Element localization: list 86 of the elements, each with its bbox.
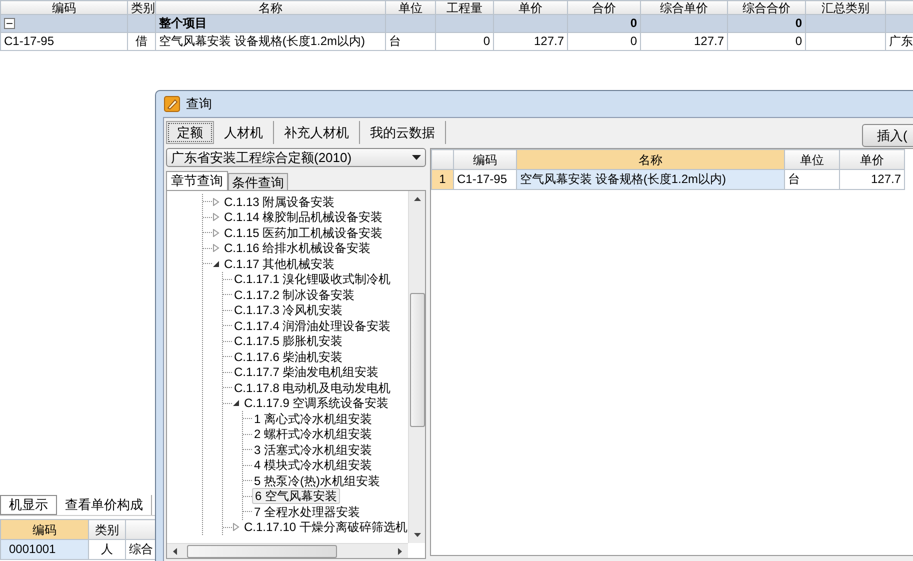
table-cell: 0 [568,32,640,50]
tree-item[interactable]: 2 螺杆式冷水机组安装 [252,427,374,442]
column-header: 编码 [0,0,128,14]
table-cell: 127.7 [494,32,568,50]
tab[interactable]: 人材机 [214,121,274,144]
scroll-right-icon[interactable] [398,548,402,554]
tab[interactable]: 条件查询 [228,173,288,190]
tab[interactable]: 章节查询 [166,171,228,190]
column-header: 综合单价 [640,0,728,14]
table-cell: 0 [568,14,640,32]
column-header: 综合合价 [728,0,806,14]
tree-item[interactable]: 4 模块式冷水机组安装 [252,458,374,472]
tab[interactable]: 定额 [166,121,214,144]
column-header: 合价 [568,0,640,14]
column-header: 编码 [0,520,88,540]
tree-item[interactable]: 6 空气风幕安装 [252,488,340,504]
insert-button[interactable]: 插入( [862,124,913,147]
tree-item[interactable]: C.1.17.9 空调系统设备安装 [242,396,391,410]
tree-item[interactable]: 7 全程水处理器安装 [252,504,362,519]
table-cell: 人 [88,540,126,560]
tree-item[interactable]: C.1.17.3 冷风机安装 [232,303,345,318]
tab[interactable]: 机显示 [0,494,57,514]
tree-item[interactable]: C.1.16 给排水机械设备安装 [222,241,373,256]
column-header: 单位 [386,0,436,14]
tab[interactable]: 查看单价构成 [57,494,152,514]
collapse-icon[interactable] [4,18,15,29]
table-cell: 0 [436,32,494,50]
table-cell: 127.7 [840,170,904,190]
table-cell: 0001001 [0,540,88,560]
column-header: 单价 [840,150,904,170]
column-header: 类别 [88,520,126,540]
tree-item[interactable]: C.1.17.7 柴油发电机组安装 [232,365,381,380]
table-cell: 0 [728,14,806,32]
tree-item[interactable]: 5 热泵冷(热)水机组安装 [252,474,382,488]
tree-item[interactable]: C.1.17.6 柴油机安装 [232,350,345,364]
row-number: 1 [432,170,454,190]
library-dropdown[interactable]: 广东省安装工程综合定额(2010) [166,148,426,167]
table-cell: 127.7 [640,32,728,50]
app-icon [164,96,180,112]
tree-item[interactable]: C.1.17.2 制冰设备安装 [232,288,357,302]
column-header: 名称 [156,0,386,14]
table-cell: 整个项目 [156,14,386,32]
scroll-down-icon[interactable] [414,533,420,537]
expand-arrow-icon[interactable] [212,213,220,222]
collapse-arrow-icon[interactable] [212,260,220,268]
horizontal-scrollbar[interactable] [167,543,408,558]
tree-item[interactable]: C.1.15 医药加工机械设备安装 [222,226,385,240]
expand-arrow-icon[interactable] [232,523,240,532]
table-cell: 广东 [886,32,913,50]
table-cell: 台 [784,170,840,190]
vertical-scrollbar[interactable] [408,191,425,543]
table-cell: 空气风幕安装 设备规格(长度1.2m以内) [516,170,784,190]
tree-item[interactable]: C.1.17.10 干燥分离破碎筛选机 [242,520,408,534]
tree-item[interactable]: C.1.14 橡胶制品机械设备安装 [222,210,385,224]
scrollbar-thumb[interactable] [187,544,337,558]
tree-item[interactable]: C.1.17.1 溴化锂吸收式制冷机 [232,272,393,286]
table-cell: 0 [728,32,806,50]
window-title: 查询 [186,96,212,112]
column-header: 名称 [516,150,784,170]
table-cell: 借 [128,32,156,50]
caret-icon [412,155,421,160]
expand-arrow-icon[interactable] [212,198,220,206]
table-cell: C1-17-95 [0,32,128,50]
scroll-up-icon[interactable] [414,197,420,201]
expand-arrow-icon[interactable] [212,244,220,252]
tab[interactable]: 我的云数据 [360,121,446,144]
tree-item[interactable]: C.1.17.5 膨胀机安装 [232,334,345,348]
collapse-arrow-icon[interactable] [232,399,240,408]
tree-item[interactable]: C.1.17.4 润滑油处理设备安装 [232,318,393,333]
tree-item[interactable]: C.1.17.8 电动机及电动发电机 [232,380,393,395]
tree-item[interactable]: C.1.17 其他机械安装 [222,256,337,271]
tree-item[interactable]: C.1.13 附属设备安装 [222,194,337,209]
expand-arrow-icon[interactable] [212,228,220,237]
tree-item[interactable]: 1 离心式冷水机组安装 [252,412,374,426]
tab[interactable]: 补充人材机 [274,121,360,144]
table-cell: 台 [386,32,436,50]
column-header: 工程量 [436,0,494,14]
table-cell: 空气风幕安装 设备规格(长度1.2m以内) [156,32,386,50]
scroll-left-icon[interactable] [173,548,177,554]
column-header: 汇总类别 [806,0,886,14]
tree-item[interactable]: 3 活塞式冷水机组安装 [252,442,374,457]
column-header: 编码 [454,150,516,170]
column-header: 单价 [494,0,568,14]
scrollbar-thumb[interactable] [410,293,424,427]
column-header: 单位 [784,150,840,170]
column-header: 类别 [128,0,156,14]
